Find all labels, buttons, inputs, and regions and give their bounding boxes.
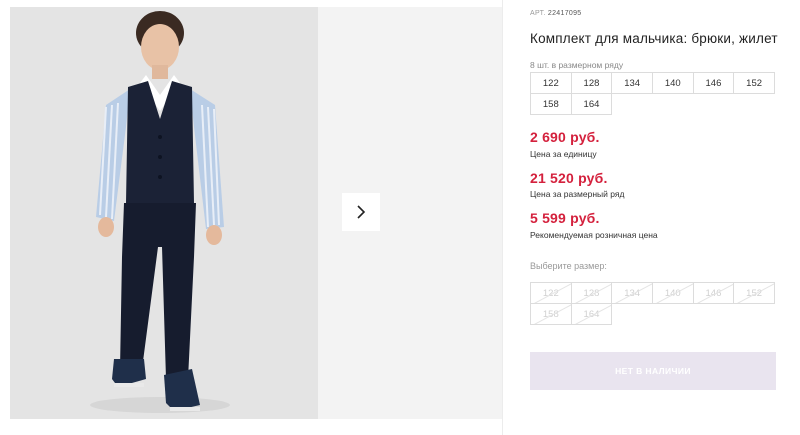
size-option[interactable]: 158 [530, 303, 572, 325]
size-row-price: 21 520 руб. [530, 170, 608, 186]
size-option[interactable]: 134 [611, 282, 653, 304]
size-option[interactable]: 164 [570, 303, 613, 325]
size-range-cell: 134 [611, 72, 653, 94]
size-range-grid: 122 128 134 140 146 152 158 164 [530, 72, 780, 115]
boy-in-suit-photo [10, 7, 318, 419]
product-title: Комплект для мальчика: брюки, жилет [530, 31, 778, 46]
size-range-cell: 158 [530, 93, 572, 115]
unit-price: 2 690 руб. [530, 129, 600, 145]
retail-price-caption: Рекомендуемая розничная цена [530, 230, 658, 240]
panel-divider [502, 0, 503, 435]
article-value: 22417095 [547, 10, 582, 17]
size-range-cell: 128 [570, 72, 613, 94]
product-photo[interactable] [10, 7, 318, 419]
size-selector-grid: 122 128 134 140 146 152 158 164 [530, 282, 780, 325]
size-range-cell: 164 [570, 93, 613, 115]
article-label: АРТ. [530, 10, 546, 17]
size-range-cell: 146 [692, 72, 735, 94]
retail-price: 5 599 руб. [530, 210, 600, 226]
size-option[interactable]: 146 [692, 282, 735, 304]
size-range-cell: 122 [530, 72, 572, 94]
size-row-price-caption: Цена за размерный ряд [530, 189, 625, 199]
pack-note: 8 шт. в размерном ряду [530, 60, 624, 70]
choose-size-label: Выберите размер: [530, 261, 607, 271]
gallery-next-button[interactable] [342, 193, 380, 231]
out-of-stock-button[interactable]: НЕТ В НАЛИЧИИ [530, 352, 776, 390]
product-gallery [10, 7, 502, 419]
size-option[interactable]: 128 [570, 282, 613, 304]
article-number: АРТ. 22417095 [530, 10, 581, 17]
size-option[interactable]: 140 [651, 282, 694, 304]
size-range-cell: 140 [651, 72, 694, 94]
size-option[interactable]: 152 [733, 282, 775, 304]
unit-price-caption: Цена за единицу [530, 149, 597, 159]
chevron-right-icon [357, 205, 366, 219]
size-option[interactable]: 122 [530, 282, 572, 304]
size-range-cell: 152 [733, 72, 775, 94]
